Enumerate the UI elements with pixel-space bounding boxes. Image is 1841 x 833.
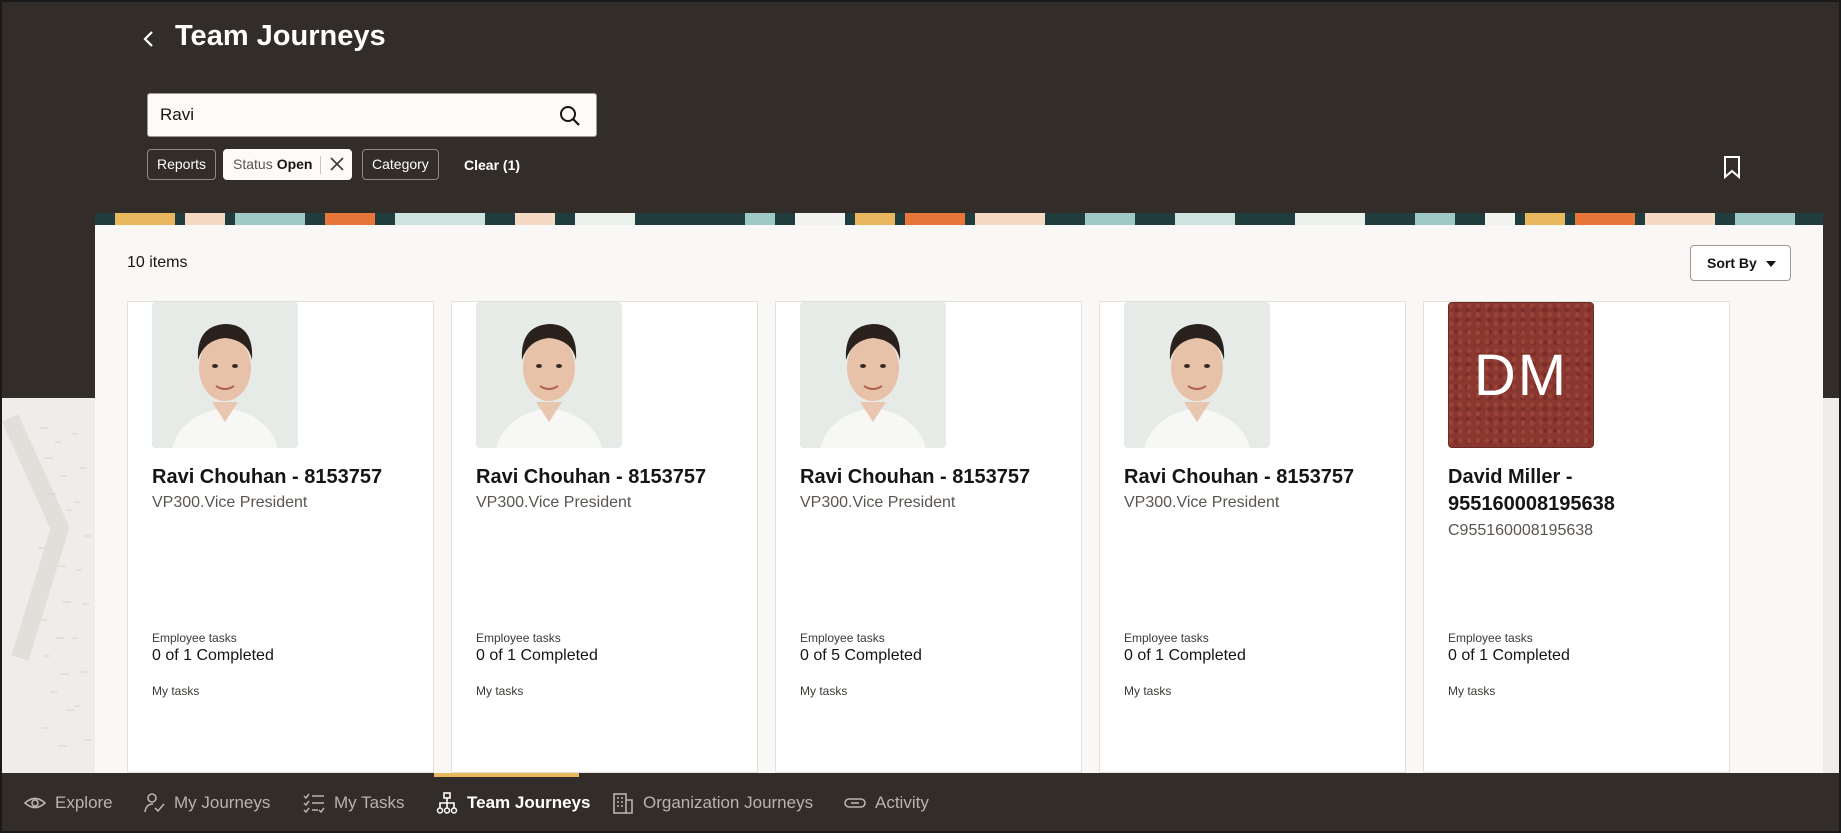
journey-card[interactable]: Ravi Chouhan - 8153757 VP300.Vice Presid…	[451, 301, 758, 773]
card-title[interactable]: Ravi Chouhan - 8153757	[476, 464, 746, 491]
card-title[interactable]: Ravi Chouhan - 8153757	[800, 464, 1070, 491]
employee-tasks-value: 0 of 1 Completed	[476, 647, 598, 664]
card-subtitle: VP300.Vice President	[1124, 494, 1280, 511]
avatar	[476, 302, 622, 448]
person-check-icon	[144, 793, 165, 813]
search-input[interactable]	[160, 94, 540, 136]
page-title: Team Journeys	[175, 20, 386, 52]
avatar	[1124, 302, 1270, 448]
nav-explore-label: Explore	[55, 793, 113, 812]
nav-my-journeys[interactable]: My Journeys	[143, 773, 270, 833]
background-pattern	[0, 398, 95, 773]
employee-tasks-label: Employee tasks	[1124, 631, 1209, 645]
nav-activity-label: Activity	[875, 793, 929, 812]
journey-card[interactable]: Ravi Chouhan - 8153757 VP300.Vice Presid…	[775, 301, 1082, 773]
person-photo	[1124, 302, 1270, 448]
card-subtitle: VP300.Vice President	[800, 494, 956, 511]
person-photo	[800, 302, 946, 448]
card-title[interactable]: Ravi Chouhan - 8153757	[1124, 464, 1394, 491]
person-photo	[152, 302, 298, 448]
chip-divider	[320, 156, 322, 175]
caret-down-icon	[1766, 261, 1776, 267]
card-subtitle: VP300.Vice President	[152, 494, 308, 511]
nav-organization-journeys[interactable]: Organization Journeys	[612, 773, 813, 833]
background-pattern-right	[1823, 398, 1841, 773]
card-subtitle: VP300.Vice President	[476, 494, 632, 511]
eye-icon	[24, 797, 46, 809]
journey-card[interactable]: Ravi Chouhan - 8153757 VP300.Vice Presid…	[1099, 301, 1406, 773]
status-filter-label: Status	[233, 156, 273, 172]
search-icon[interactable]	[558, 104, 582, 128]
my-tasks-label: My tasks	[1124, 684, 1172, 698]
person-photo	[476, 302, 622, 448]
nav-explore[interactable]: Explore	[24, 773, 113, 833]
sort-by-label: Sort By	[1707, 255, 1757, 271]
status-filter-value: Open	[276, 156, 313, 172]
employee-tasks-value: 0 of 1 Completed	[152, 647, 274, 664]
nav-team-journeys[interactable]: Team Journeys	[436, 773, 590, 833]
org-chart-icon	[436, 792, 458, 814]
my-tasks-label: My tasks	[476, 684, 524, 698]
status-filter-chip[interactable]: Status Open	[223, 149, 353, 180]
journey-card[interactable]: DM David Miller - 955160008195638 C95516…	[1423, 301, 1730, 773]
my-tasks-label: My tasks	[152, 684, 200, 698]
category-filter-chip[interactable]: Category	[362, 149, 439, 180]
reports-filter-chip[interactable]: Reports	[147, 149, 217, 180]
employee-tasks-value: 0 of 1 Completed	[1124, 647, 1246, 664]
chevron-left-icon	[143, 31, 153, 47]
card-title[interactable]: Ravi Chouhan - 8153757	[152, 464, 422, 491]
search-box[interactable]	[147, 93, 597, 137]
nav-team-journeys-label: Team Journeys	[467, 793, 591, 812]
items-count: 10 items	[127, 254, 188, 271]
employee-tasks-value: 0 of 1 Completed	[1448, 647, 1570, 664]
card-title[interactable]: David Miller - 955160008195638	[1448, 464, 1718, 518]
link-icon	[844, 798, 866, 808]
employee-tasks-value: 0 of 5 Completed	[800, 647, 922, 664]
clear-filters-link[interactable]: Clear (1)	[464, 157, 520, 173]
avatar	[152, 302, 298, 448]
bookmark-icon[interactable]	[1722, 155, 1742, 179]
nav-activity[interactable]: Activity	[844, 773, 929, 833]
sort-by-button[interactable]: Sort By	[1690, 245, 1791, 281]
card-subtitle: C955160008195638	[1448, 522, 1594, 539]
decorative-banner	[95, 213, 1823, 225]
employee-tasks-label: Employee tasks	[1448, 631, 1533, 645]
journeys-panel: 10 items Sort By Ravi Chouhan - 8153757	[95, 225, 1823, 773]
employee-tasks-label: Employee tasks	[476, 631, 561, 645]
close-icon[interactable]	[329, 156, 345, 172]
employee-tasks-label: Employee tasks	[800, 631, 885, 645]
nav-organization-journeys-label: Organization Journeys	[643, 793, 814, 812]
nav-my-journeys-label: My Journeys	[174, 793, 271, 812]
building-icon	[613, 793, 633, 814]
my-tasks-label: My tasks	[800, 684, 848, 698]
back-button[interactable]	[137, 24, 161, 54]
checklist-icon	[303, 793, 325, 814]
employee-tasks-label: Employee tasks	[152, 631, 237, 645]
avatar	[800, 302, 946, 448]
my-tasks-label: My tasks	[1448, 684, 1496, 698]
nav-my-tasks-label: My Tasks	[334, 793, 405, 812]
journey-card[interactable]: Ravi Chouhan - 8153757 VP300.Vice Presid…	[127, 301, 434, 773]
avatar-initials: DM	[1448, 302, 1594, 448]
pattern-decoration	[1, 414, 91, 747]
nav-my-tasks[interactable]: My Tasks	[303, 773, 405, 833]
bottom-navigation: Explore My Journeys My Tasks Team Journe…	[0, 773, 1841, 833]
